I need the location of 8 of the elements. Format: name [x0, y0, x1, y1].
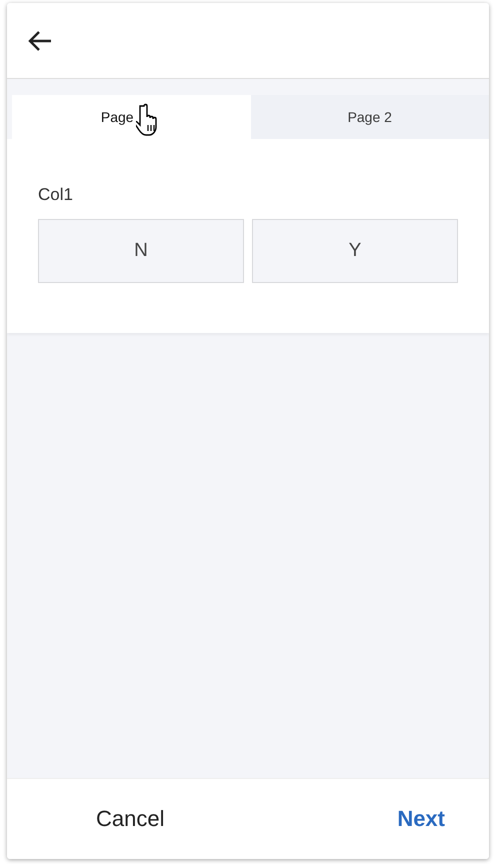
next-button[interactable]: Next — [397, 806, 445, 832]
option-button[interactable]: N — [38, 219, 244, 283]
option-button[interactable]: Y — [252, 219, 458, 283]
field-label: Col1 — [38, 185, 74, 205]
back-arrow-icon[interactable] — [27, 30, 53, 52]
cancel-button[interactable]: Cancel — [96, 806, 164, 832]
tab[interactable]: Page — [12, 95, 250, 139]
tab[interactable]: Page 2 — [250, 95, 489, 139]
